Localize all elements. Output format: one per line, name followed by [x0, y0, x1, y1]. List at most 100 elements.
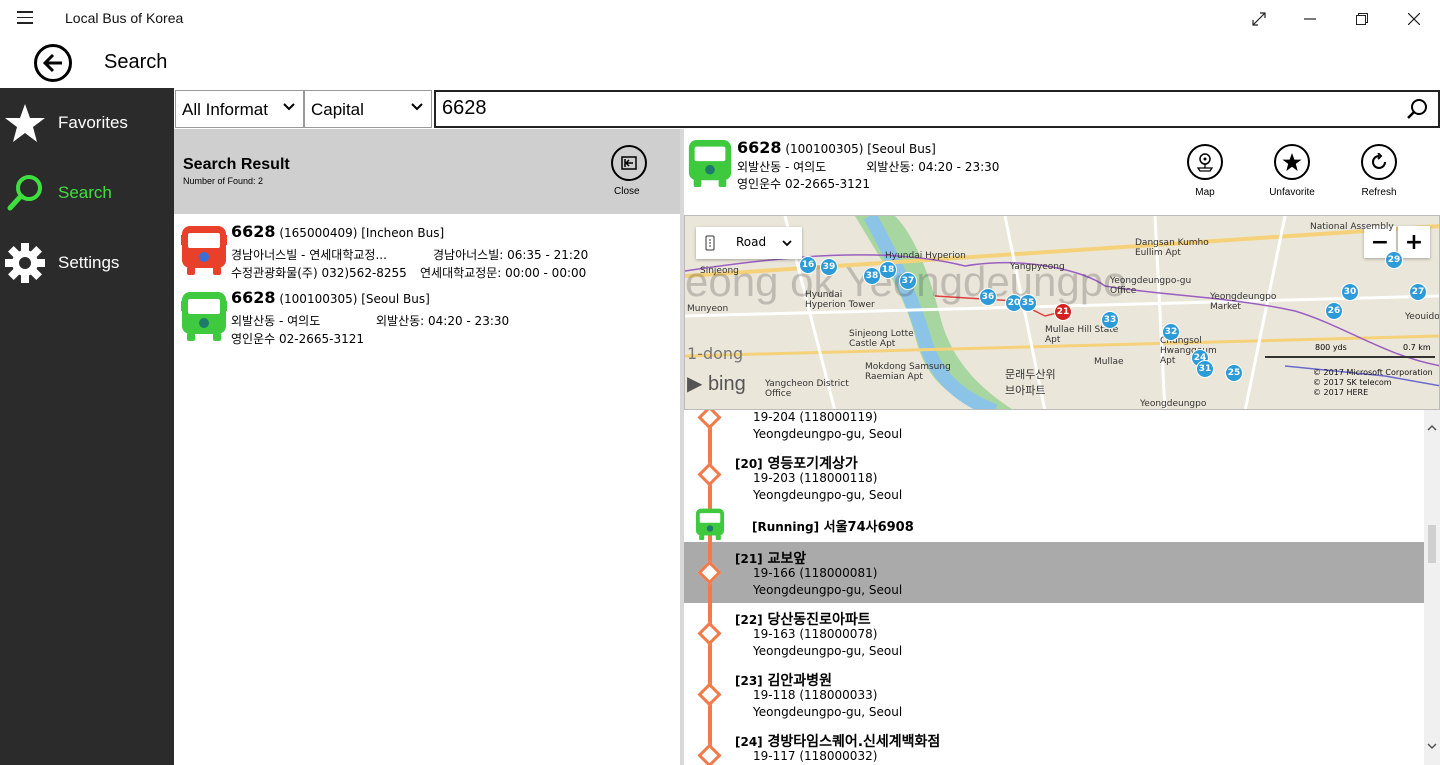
running-bus-label: [Running] 서울74사6908 — [752, 520, 914, 535]
map-stop-marker[interactable]: 37 — [899, 272, 917, 290]
search-input[interactable] — [442, 97, 1342, 120]
map-stop-marker[interactable]: 33 — [1101, 311, 1119, 329]
route-time: 외발산동: 04:20 - 23:30 — [376, 314, 510, 328]
map-stop-marker[interactable]: 31 — [1196, 360, 1214, 378]
chevron-up-icon[interactable] — [1427, 424, 1437, 431]
stop-code: 19-166 (118000081) — [753, 566, 878, 580]
map-stop-marker[interactable]: 27 — [1409, 283, 1427, 301]
title-bar: Local Bus of Korea — [0, 0, 1440, 38]
map-stop-marker[interactable]: 26 — [1325, 302, 1343, 320]
stop-marker-icon — [697, 410, 722, 430]
hamburger-menu-icon[interactable] — [17, 11, 33, 25]
list-item[interactable]: [22] 당산동진로아파트 19-163 (118000078) Yeongde… — [684, 603, 1424, 664]
stop-marker-icon — [697, 682, 722, 707]
sidebar-item-favorites[interactable]: Favorites — [0, 88, 174, 158]
stop-marker-icon — [697, 560, 722, 585]
stop-code: 19-204 (118000119) — [753, 410, 878, 424]
scrollbar-thumb[interactable] — [1428, 525, 1436, 563]
map-place-label: Sinjeong — [700, 266, 739, 276]
sidebar-item-label: Settings — [58, 253, 120, 272]
list-item[interactable]: [20] 영등포기계상가 19-203 (118000118) Yeongdeu… — [684, 448, 1424, 509]
map-style-control[interactable]: Road — [696, 227, 802, 259]
map-stop-marker[interactable]: 32 — [1162, 323, 1180, 341]
stop-code: 19-117 (118000032) — [753, 749, 878, 763]
page-title: Search — [104, 51, 168, 73]
search-icon[interactable] — [1406, 98, 1428, 120]
sidebar-item-settings[interactable]: Settings — [0, 228, 174, 298]
list-item[interactable]: 6628 (100100305) [Seoul Bus] 외발산동 - 여의도 … — [174, 284, 680, 348]
full-screen-button[interactable] — [1233, 0, 1285, 38]
list-item[interactable]: 6628 (165000409) [Incheon Bus] 경남아너스빌 - … — [174, 218, 680, 282]
stop-area: Yeongdeungpo-gu, Seoul — [753, 427, 903, 441]
map-place-label: Hyundai Hyperion Tower — [805, 290, 875, 310]
stop-marker-icon — [697, 621, 722, 646]
map-stop-marker[interactable]: 30 — [1341, 283, 1359, 301]
company: 영인운수 02-2665-3121 — [231, 332, 364, 346]
unfavorite-button[interactable]: Unfavorite — [1257, 144, 1327, 198]
zoom-in-button[interactable]: + — [1398, 226, 1430, 258]
close-icon — [1408, 13, 1420, 25]
map-stop-marker[interactable]: 25 — [1225, 364, 1243, 382]
chevron-down-icon — [411, 103, 423, 111]
map-stop-marker[interactable]: 16 — [799, 256, 817, 274]
map-stop-marker[interactable]: 39 — [820, 258, 838, 276]
back-button[interactable] — [34, 44, 72, 82]
map-place-label: Mullae — [1094, 357, 1124, 367]
close-window-button[interactable] — [1388, 0, 1440, 38]
detail-company: 영인운수 02-2665-3121 — [737, 177, 871, 191]
stop-name: [22] 당산동진로아파트 — [735, 612, 871, 628]
restore-button[interactable] — [1336, 0, 1388, 38]
list-item[interactable]: [23] 김안과병원 19-118 (118000033) Yeongdeung… — [684, 664, 1424, 725]
route-time: 경남아너스빌: 06:35 - 21:20 — [433, 248, 589, 262]
stop-marker-icon — [697, 743, 722, 765]
results-list: 6628 (165000409) [Incheon Bus] 경남아너스빌 - … — [174, 214, 680, 765]
refresh-button[interactable]: Refresh — [1344, 144, 1414, 198]
running-bus-row[interactable]: [Running] 서울74사6908 — [684, 506, 1424, 542]
map-stop-marker[interactable]: 36 — [979, 288, 997, 306]
map-button[interactable]: Map — [1170, 144, 1240, 198]
list-item[interactable]: [24] 경방타임스퀘어.신세계백화점 19-117 (118000032) — [684, 725, 1424, 765]
chevron-down-icon — [782, 240, 792, 247]
info-type-select[interactable]: All Informat — [175, 90, 304, 128]
list-item[interactable]: [21] 교보앞 19-166 (118000081) Yeongdeungpo… — [684, 542, 1424, 603]
region-value: Capital — [311, 100, 364, 119]
stop-code: 19-163 (118000078) — [753, 627, 878, 641]
bus-number: 6628 (100100305) [Seoul Bus] — [231, 288, 430, 307]
scale-bar — [1265, 356, 1435, 358]
map-stop-marker[interactable]: 29 — [1385, 251, 1403, 269]
sidebar: Favorites Search Settings — [0, 88, 174, 765]
star-icon — [1282, 152, 1302, 172]
close-button[interactable] — [611, 145, 647, 181]
chevron-down-icon[interactable] — [1427, 743, 1437, 750]
map-place-label: 1-dong — [687, 344, 744, 363]
map-stop-marker-current[interactable]: 21 — [1054, 303, 1072, 321]
expand-icon — [1252, 12, 1266, 26]
scale-yds: 800 yds — [1315, 343, 1347, 352]
map-stop-marker[interactable]: 35 — [1019, 294, 1037, 312]
map-place-label: Dangsan Kumho Eullim Apt — [1135, 238, 1209, 258]
map-place-label: Yeouido — [1405, 312, 1440, 322]
stop-area: Yeongdeungpo-gu, Seoul — [753, 583, 903, 597]
region-select[interactable]: Capital — [304, 90, 432, 128]
bing-logo: ▶ bing — [687, 373, 746, 395]
route-name: 외발산동 - 여의도 — [231, 314, 321, 328]
stop-name: [20] 영등포기계상가 — [735, 456, 858, 472]
stop-name: [21] 교보앞 — [735, 551, 807, 567]
refresh-icon — [1372, 153, 1386, 169]
map-view[interactable]: eong ok Yeongdeungpo Road − + Hyundai Hy… — [684, 215, 1440, 410]
collapse-icon — [621, 156, 637, 170]
sidebar-item-search[interactable]: Search — [0, 158, 174, 228]
bus-number: 6628 (165000409) [Incheon Bus] — [231, 222, 445, 241]
route-name: 경남아너스빌 - 연세대학교정... — [231, 248, 387, 262]
stop-area: Yeongdeungpo-gu, Seoul — [753, 644, 903, 658]
sidebar-item-label: Favorites — [58, 113, 128, 132]
results-header: Search Result Number of Found: 2 Close — [174, 129, 680, 214]
scale-km: 0.7 km — [1403, 343, 1431, 352]
stop-name: [23] 김안과병원 — [735, 673, 832, 689]
map-stop-marker[interactable]: 18 — [879, 261, 897, 279]
map-place-label: Yeongdeungpo-gu Office — [1110, 276, 1192, 296]
minimize-button[interactable] — [1284, 0, 1336, 38]
stop-list-scrollbar[interactable] — [1424, 410, 1440, 765]
results-count: Number of Found: 2 — [183, 176, 264, 186]
close-label: Close — [614, 186, 640, 197]
